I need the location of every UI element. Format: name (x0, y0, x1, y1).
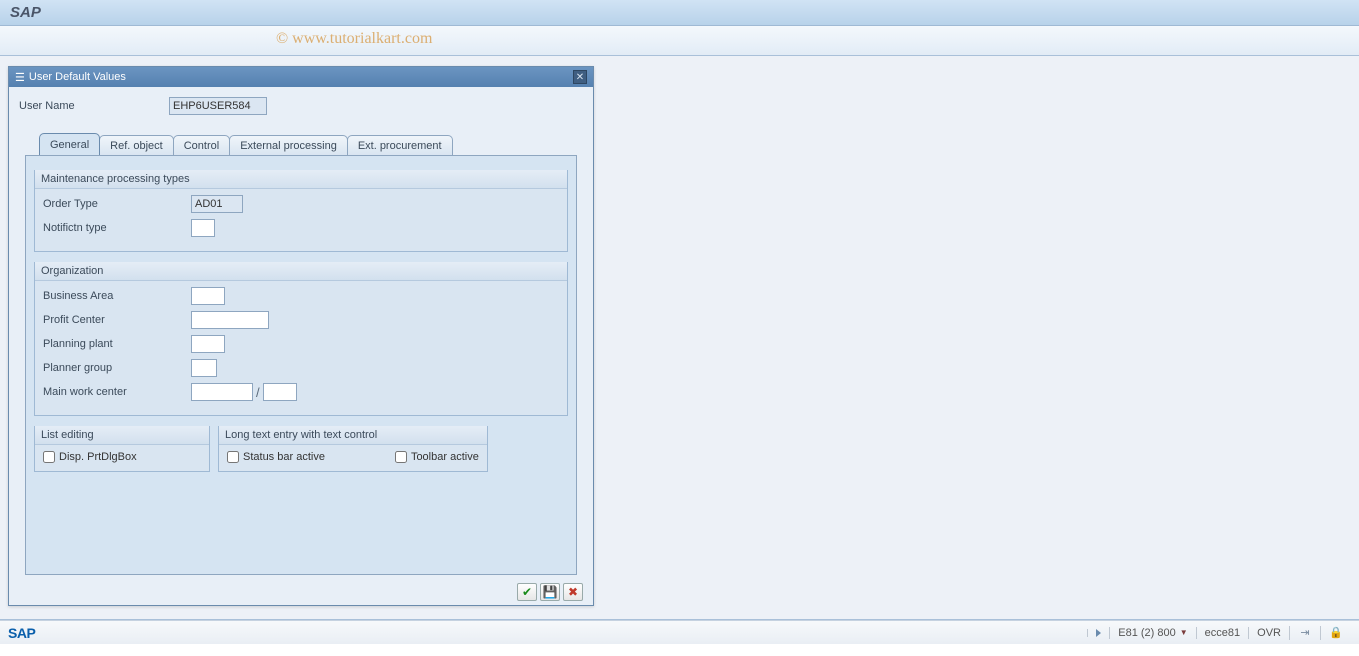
save-button[interactable]: 💾 (540, 583, 560, 601)
notif-type-field[interactable] (191, 219, 215, 237)
dialog-titlebar: ☰ User Default Values ✕ (9, 67, 593, 87)
close-icon[interactable]: ✕ (573, 70, 587, 84)
status-bar-active-row: Status bar active (227, 451, 325, 463)
cancel-button[interactable]: ✖ (563, 583, 583, 601)
status-layout-button[interactable]: ⇥ (1289, 626, 1320, 640)
status-host-text: ecce81 (1205, 627, 1240, 639)
dialog-title-text: User Default Values (29, 71, 126, 83)
dialog-actions: ✔ 💾 ✖ (517, 583, 583, 601)
save-icon: 💾 (543, 585, 558, 599)
order-type-label: Order Type (43, 198, 191, 210)
status-system-text: E81 (2) 800 (1118, 627, 1175, 639)
play-icon (1096, 629, 1101, 637)
group-maintenance-types: Maintenance processing types Order Type … (34, 170, 568, 252)
tab-external-processing[interactable]: External processing (229, 135, 348, 155)
disp-prtdlgbox-row: Disp. PrtDlgBox (43, 451, 201, 463)
group-list-editing-title: List editing (35, 426, 209, 445)
tab-ref-object-label: Ref. object (110, 140, 163, 152)
planner-group-field[interactable] (191, 359, 217, 377)
group-long-text-title: Long text entry with text control (219, 426, 487, 445)
status-mode: OVR (1248, 627, 1289, 639)
status-bar: SAP E81 (2) 800 ▼ ecce81 OVR ⇥ 🔒 (0, 620, 1359, 644)
tab-ext-procurement[interactable]: Ext. procurement (347, 135, 453, 155)
order-type-field (191, 195, 243, 213)
tab-control[interactable]: Control (173, 135, 230, 155)
disp-prtdlgbox-checkbox[interactable] (43, 451, 55, 463)
group-organization-title: Organization (35, 262, 567, 281)
tab-control-label: Control (184, 140, 219, 152)
toolbar-active-checkbox[interactable] (395, 451, 407, 463)
user-name-field (169, 97, 267, 115)
user-default-values-dialog: ☰ User Default Values ✕ User Name Genera… (8, 66, 594, 606)
planner-group-label: Planner group (43, 362, 191, 374)
user-name-row: User Name (19, 97, 583, 115)
ok-button[interactable]: ✔ (517, 583, 537, 601)
tab-general[interactable]: General (39, 133, 100, 155)
app-title: SAP (10, 4, 41, 21)
tab-external-processing-label: External processing (240, 140, 337, 152)
toolbar-active-label: Toolbar active (411, 451, 479, 463)
tab-pane-general: Maintenance processing types Order Type … (25, 155, 577, 575)
watermark-text: © www.tutorialkart.com (276, 30, 432, 48)
app-toolbar: © www.tutorialkart.com (0, 26, 1359, 56)
business-area-field[interactable] (191, 287, 225, 305)
notif-type-label: Notifictn type (43, 222, 191, 234)
check-icon: ✔ (522, 585, 532, 599)
dialog-body: User Name General Ref. object Control Ex… (9, 87, 593, 605)
main-work-center-label: Main work center (43, 386, 191, 398)
status-mode-text: OVR (1257, 627, 1281, 639)
tab-ext-procurement-label: Ext. procurement (358, 140, 442, 152)
dialog-icon: ☰ (15, 71, 25, 84)
status-system[interactable]: E81 (2) 800 ▼ (1109, 627, 1195, 639)
sap-logo: SAP (8, 625, 35, 641)
main-work-center-field-1[interactable] (191, 383, 253, 401)
status-lock-button[interactable]: 🔒 (1320, 626, 1351, 640)
planning-plant-field[interactable] (191, 335, 225, 353)
tab-general-label: General (50, 139, 89, 151)
lock-icon: 🔒 (1329, 626, 1343, 640)
status-bar-active-checkbox[interactable] (227, 451, 239, 463)
planning-plant-label: Planning plant (43, 338, 191, 350)
tabstrip: General Ref. object Control External pro… (19, 133, 583, 155)
tab-ref-object[interactable]: Ref. object (99, 135, 174, 155)
business-area-label: Business Area (43, 290, 191, 302)
content-area: ☰ User Default Values ✕ User Name Genera… (0, 56, 1359, 620)
main-work-center-field-2[interactable] (263, 383, 297, 401)
app-title-bar: SAP (0, 0, 1359, 26)
user-name-label: User Name (19, 100, 169, 112)
status-bar-active-label: Status bar active (243, 451, 325, 463)
layout-icon: ⇥ (1298, 626, 1312, 640)
status-host: ecce81 (1196, 627, 1248, 639)
dual-groups: List editing Disp. PrtDlgBox Long text e… (34, 426, 568, 482)
group-organization: Organization Business Area Profit Center… (34, 262, 568, 416)
group-maintenance-types-title: Maintenance processing types (35, 170, 567, 189)
group-list-editing: List editing Disp. PrtDlgBox (34, 426, 210, 472)
cancel-icon: ✖ (568, 585, 578, 599)
group-long-text: Long text entry with text control Status… (218, 426, 488, 472)
slash-separator: / (256, 385, 260, 400)
status-play[interactable] (1087, 629, 1109, 637)
profit-center-label: Profit Center (43, 314, 191, 326)
disp-prtdlgbox-label: Disp. PrtDlgBox (59, 451, 137, 463)
toolbar-active-row: Toolbar active (395, 451, 479, 463)
chevron-down-icon: ▼ (1180, 628, 1188, 637)
profit-center-field[interactable] (191, 311, 269, 329)
